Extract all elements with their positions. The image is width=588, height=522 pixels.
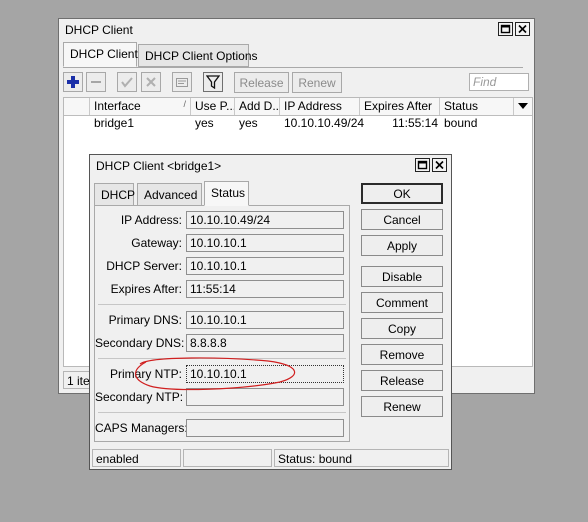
tab-dhcp[interactable]: DHCP (94, 183, 135, 206)
remove-button[interactable]: Remove (361, 344, 443, 365)
ip-address-field: 10.10.10.49/24 (186, 211, 344, 229)
dhcp-server-field: 10.10.10.1 (186, 257, 344, 275)
status-panel: IP Address: 10.10.10.49/24 Gateway: 10.1… (94, 206, 350, 442)
apply-button[interactable]: Apply (361, 235, 443, 256)
tab-status[interactable]: Status (204, 181, 249, 206)
enable-button[interactable] (117, 72, 137, 92)
caps-managers-label: CAPS Managers: (95, 421, 188, 435)
cancel-button[interactable]: Cancel (361, 209, 443, 230)
comment-button[interactable] (172, 72, 192, 92)
tab-dhcp-client[interactable]: DHCP Client (63, 42, 138, 67)
column-use-peer[interactable]: Use P... (191, 98, 235, 115)
cell-status: bound (444, 116, 478, 130)
disable-button[interactable] (141, 72, 161, 92)
column-ip-address[interactable]: IP Address (280, 98, 360, 115)
cell-use-peer: yes (195, 116, 214, 130)
comment-icon (176, 78, 188, 87)
remove-button[interactable] (86, 72, 106, 92)
filter-icon (206, 75, 220, 89)
dialog-tabstrip: DHCP Advanced Status (94, 181, 350, 206)
cell-ip-address: 10.10.10.49/24 (284, 116, 365, 130)
main-window-title: DHCP Client (65, 23, 133, 37)
close-icon[interactable] (432, 158, 447, 172)
column-menu-icon[interactable] (514, 98, 532, 115)
maximize-icon[interactable] (498, 22, 513, 36)
tab-dhcp-client-options[interactable]: DHCP Client Options (138, 44, 258, 67)
main-titlebar[interactable]: DHCP Client (59, 19, 534, 41)
gateway-label: Gateway: (131, 236, 182, 250)
main-tabstrip: DHCP Client DHCP Client Options (63, 42, 523, 68)
secondary-ntp-label: Secondary NTP: (95, 390, 184, 404)
dialog-title: DHCP Client <bridge1> (96, 159, 222, 173)
disable-button[interactable]: Disable (361, 266, 443, 287)
cross-icon (146, 77, 156, 87)
dhcp-client-dialog: DHCP Client <bridge1> DHCP Advanced Stat… (89, 154, 452, 470)
comment-button[interactable]: Comment (361, 292, 443, 313)
status-enabled: enabled (92, 449, 181, 467)
release-button[interactable]: Release (234, 72, 289, 93)
secondary-dns-label: Secondary DNS: (95, 336, 185, 350)
tab-advanced[interactable]: Advanced (137, 183, 202, 206)
table-row[interactable]: bridge1 yes yes 10.10.10.49/24 11:55:14 … (64, 115, 532, 131)
cell-add-default: yes (239, 116, 258, 130)
status-middle (183, 449, 272, 467)
release-button[interactable]: Release (361, 370, 443, 391)
primary-dns-label: Primary DNS: (108, 313, 182, 327)
ip-address-label: IP Address: (120, 213, 182, 227)
remove-icon (91, 81, 101, 83)
find-input[interactable]: Find (469, 73, 529, 91)
sort-arrow-icon: / (183, 99, 186, 109)
dhcp-server-label: DHCP Server: (106, 259, 182, 273)
ok-button[interactable]: OK (361, 183, 443, 204)
add-button[interactable] (63, 72, 83, 92)
secondary-dns-field: 8.8.8.8 (186, 334, 344, 352)
column-add-default[interactable]: Add D... (235, 98, 280, 115)
column-expires-after[interactable]: Expires After (360, 98, 440, 115)
main-toolbar: Release Renew Find (63, 72, 533, 94)
gateway-field: 10.10.10.1 (186, 234, 344, 252)
maximize-icon[interactable] (415, 158, 430, 172)
column-status[interactable]: Status (440, 98, 514, 115)
copy-button[interactable]: Copy (361, 318, 443, 339)
secondary-ntp-field (186, 388, 344, 406)
primary-ntp-label: Primary NTP: (110, 367, 182, 381)
renew-button[interactable]: Renew (361, 396, 443, 417)
check-icon (121, 77, 133, 88)
close-icon[interactable] (515, 22, 530, 36)
primary-dns-field: 10.10.10.1 (186, 311, 344, 329)
cell-expires-after: 11:55:14 (392, 116, 438, 130)
separator (98, 412, 346, 413)
renew-button[interactable]: Renew (292, 72, 342, 93)
table-header: Interface / Use P... Add D... IP Address … (64, 98, 532, 116)
expires-after-label: Expires After: (110, 282, 182, 296)
dialog-statusbar: enabled Status: bound (92, 449, 449, 467)
column-spacer (64, 98, 90, 115)
primary-ntp-field: 10.10.10.1 (186, 365, 344, 383)
caps-managers-field (186, 419, 344, 437)
add-icon (67, 76, 79, 88)
expires-after-field: 11:55:14 (186, 280, 344, 298)
filter-button[interactable] (203, 72, 223, 92)
dialog-titlebar[interactable]: DHCP Client <bridge1> (90, 155, 451, 177)
status-bound: Status: bound (274, 449, 449, 467)
separator (98, 358, 346, 359)
separator (98, 304, 346, 305)
column-interface[interactable]: Interface / (90, 98, 191, 115)
cell-interface: bridge1 (94, 116, 135, 130)
